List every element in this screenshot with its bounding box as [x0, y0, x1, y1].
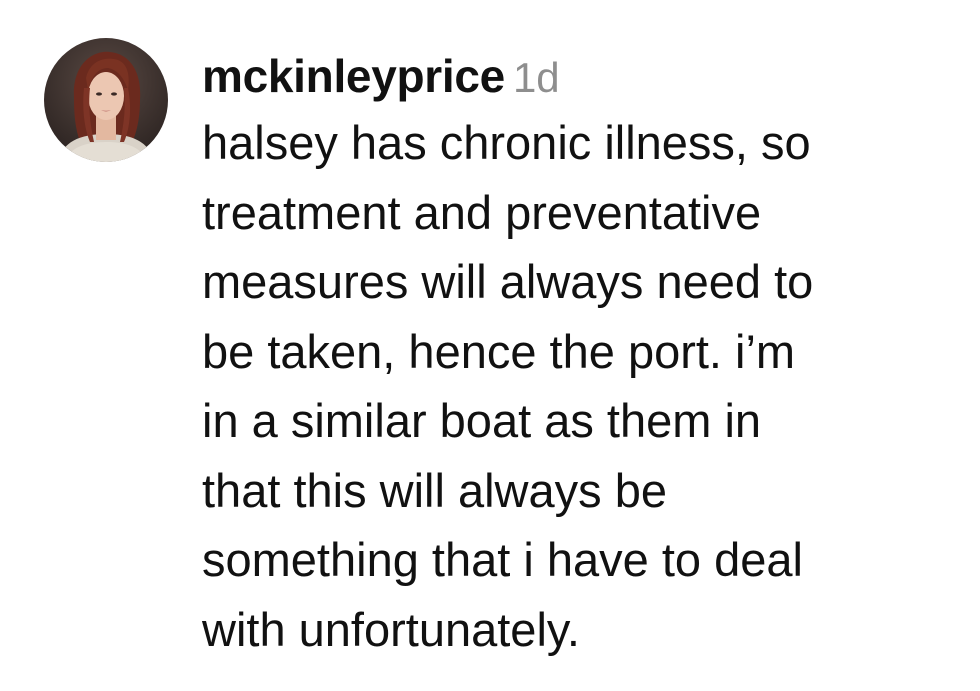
username-link[interactable]: mckinleyprice: [202, 50, 505, 102]
comment-text-line: be taken, hence the port. i’m: [202, 324, 796, 378]
timestamp[interactable]: 1d: [513, 54, 560, 101]
comment-text-line: measures will always need to: [202, 255, 814, 308]
comment-text-line: something that i have to deal: [202, 533, 803, 586]
comment-body: mckinleyprice 1d halsey has chronic illne…: [202, 44, 972, 664]
comment-text-line: treatment and preventative: [202, 185, 762, 239]
comment: mckinleyprice 1d halsey has chronic illne…: [0, 0, 980, 691]
comment-text-line: halsey has chronic illness, so: [202, 116, 811, 169]
avatar-image: [44, 38, 168, 162]
comment-header: mckinleyprice 1d: [202, 44, 972, 108]
comment-text: halsey has chronic illness, so treatment…: [202, 108, 972, 664]
avatar[interactable]: [44, 38, 168, 162]
comment-text-line: with unfortunately.: [202, 602, 580, 656]
comment-text-line: in a similar boat as them in: [202, 394, 762, 447]
comment-text-line: that this will always be: [202, 463, 667, 517]
